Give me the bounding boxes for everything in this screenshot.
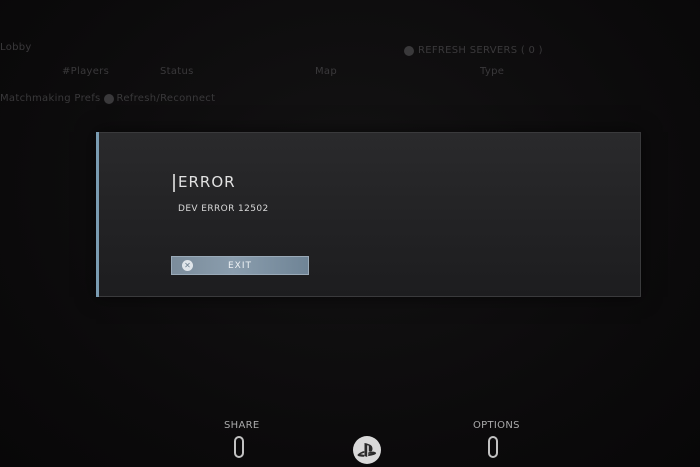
controller-overlay: SHARE OPTIONS — [0, 407, 700, 467]
error-dialog: ERROR DEV ERROR 12502 ✕ EXIT — [96, 132, 641, 297]
share-button[interactable] — [234, 436, 244, 458]
dialog-accent-bar — [96, 132, 99, 297]
dialog-title: ERROR — [178, 173, 236, 191]
title-marker — [173, 174, 175, 192]
controller-button-icon — [103, 93, 114, 104]
share-label: SHARE — [224, 420, 260, 431]
options-label: OPTIONS — [473, 420, 520, 431]
column-header-type[interactable]: Type — [480, 66, 504, 77]
exit-button-label: EXIT — [227, 260, 252, 271]
hint-action-label[interactable]: Refresh/Reconnect — [117, 93, 216, 104]
background-hint: Matchmaking Prefs Refresh/Reconnect — [0, 93, 215, 104]
background-lobby-title: Lobby — [0, 42, 32, 53]
hint-label: Matchmaking Prefs — [0, 93, 101, 104]
refresh-servers-button[interactable]: REFRESH SERVERS ( 0 ) — [404, 45, 543, 56]
game-screen: Lobby REFRESH SERVERS ( 0 ) #Players Sta… — [0, 0, 700, 467]
column-header-map[interactable]: Map — [315, 66, 337, 77]
playstation-logo-icon[interactable] — [353, 436, 381, 464]
playstation-logo-icon-svg — [357, 443, 377, 457]
refresh-servers-label: REFRESH SERVERS ( 0 ) — [418, 45, 543, 56]
column-header-players[interactable]: #Players — [62, 66, 109, 77]
error-message: DEV ERROR 12502 — [178, 204, 269, 214]
options-button[interactable] — [488, 436, 498, 458]
exit-button[interactable]: ✕ EXIT — [171, 256, 309, 275]
controller-button-icon — [404, 45, 414, 56]
column-header-status[interactable]: Status — [160, 66, 194, 77]
